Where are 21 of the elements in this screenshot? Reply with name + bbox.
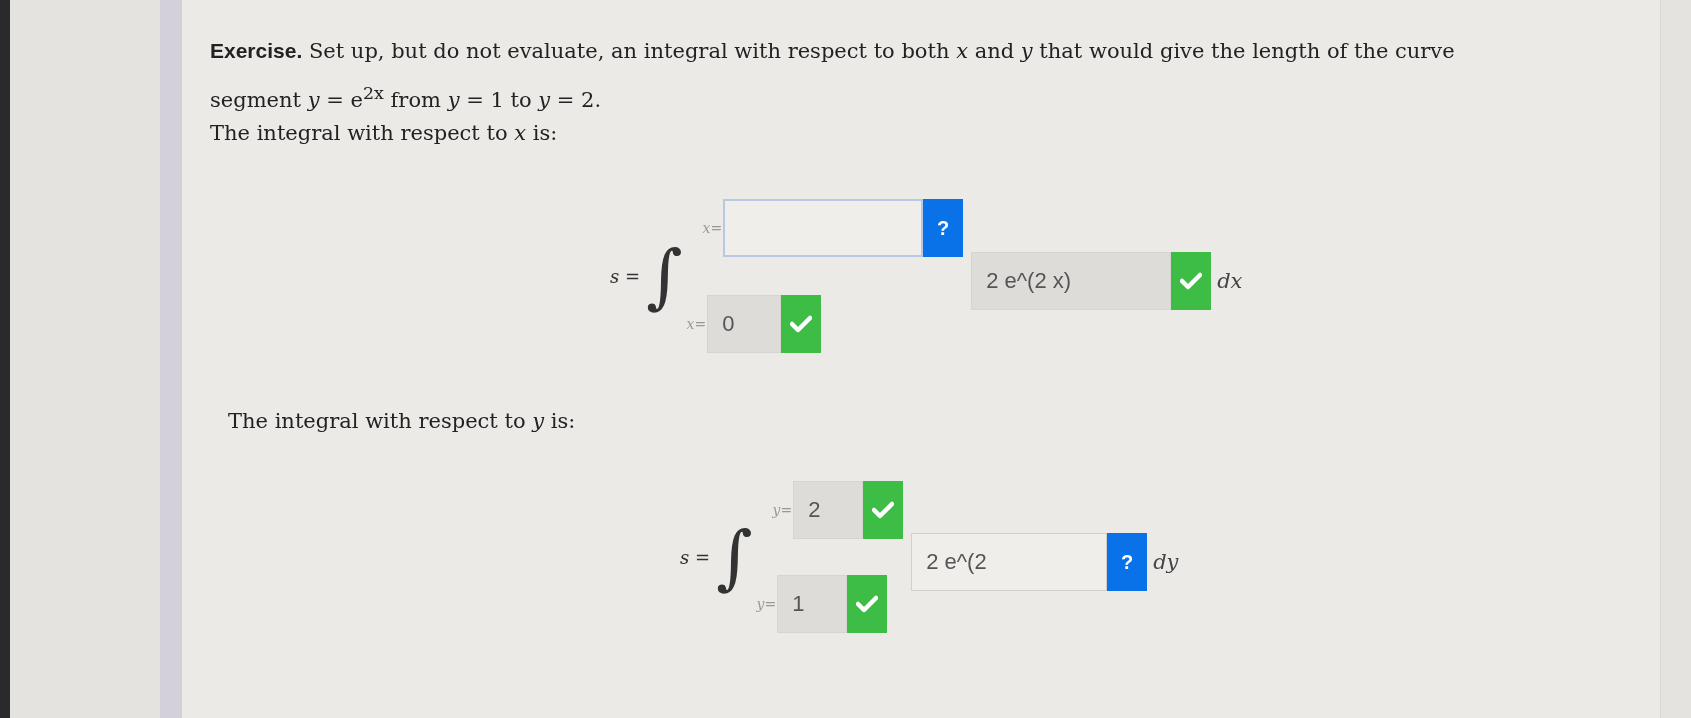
help-button[interactable]: ? [923,199,964,257]
math-label: s = [610,265,641,287]
integral-sign: ∫ [716,516,753,598]
differential-text: dy [1153,550,1179,574]
limit-label: y= [772,502,793,518]
integral-sign: ∫ [646,235,683,317]
limit-label: x= [686,316,707,332]
differential-text: dx [1217,269,1243,293]
limit-label: y= [756,596,777,612]
answer-field[interactable]: 2 e^(2 x) [971,252,1172,310]
answer-field[interactable]: 0 [707,295,782,353]
math-label: s = [680,546,711,568]
prompt-text: The integral with respect to x is: [210,121,558,145]
answer-field[interactable]: 2 [793,481,864,539]
prompt-text: The integral with respect to y is: [228,409,576,433]
exercise-text: Exercise. Set up, but do not evaluate, an integral with respect to both x and y that would give the length of the curve segment y = e$^{2x}$ from y = 1 to y = 2. [210,38,1456,114]
answer-field[interactable]: 2 e^(2 [911,533,1108,591]
answer-field[interactable]: 1 [777,575,848,633]
answer-field[interactable] [723,199,924,257]
help-button[interactable]: ? [1107,533,1148,591]
limit-label: x= [702,220,723,236]
